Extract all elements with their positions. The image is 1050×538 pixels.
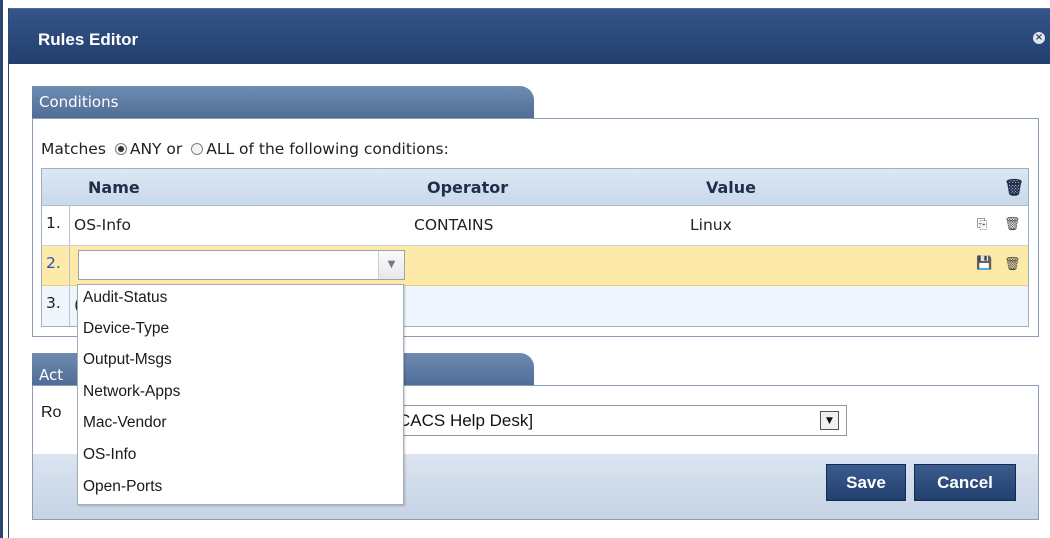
- actions-tab-label: Act: [39, 366, 64, 384]
- row-number: 3.: [43, 286, 70, 326]
- save-button[interactable]: Save: [826, 464, 906, 501]
- dropdown-option[interactable]: Output-Msgs: [83, 351, 172, 369]
- all-radio[interactable]: [191, 143, 204, 155]
- left-frame-edge: [0, 0, 3, 538]
- name-dropdown-list: Audit-Status Device-Type Output-Msgs Net…: [77, 284, 404, 505]
- trash-icon[interactable]: 🗑: [1004, 217, 1021, 232]
- row-number: 1.: [43, 206, 70, 245]
- dropdown-option[interactable]: Mac-Vendor: [83, 414, 167, 432]
- copy-icon[interactable]: ⎘: [977, 217, 987, 232]
- matches-label: Matches: [41, 140, 106, 158]
- name-select[interactable]: ▼: [78, 250, 405, 280]
- any-label: ANY or: [129, 140, 183, 158]
- close-icon[interactable]: ×: [1033, 32, 1045, 44]
- row-name: OS-Info: [74, 216, 131, 234]
- column-header-value: Value: [706, 178, 757, 197]
- table-row-editing[interactable]: 2. ▼ 💾 🗑: [42, 246, 1028, 286]
- dropdown-option[interactable]: Device-Type: [83, 320, 169, 338]
- tab-conditions: Conditions: [32, 86, 534, 118]
- row-operator: CONTAINS: [414, 216, 494, 234]
- column-header-operator: Operator: [427, 178, 509, 197]
- dialog-title: Rules Editor: [38, 30, 139, 49]
- delete-all-trash-icon[interactable]: 🗑: [1004, 178, 1024, 197]
- row-number: 2.: [43, 246, 70, 285]
- cancel-button[interactable]: Cancel: [914, 464, 1016, 501]
- dropdown-option[interactable]: OS-Info: [83, 446, 136, 464]
- chevron-down-icon[interactable]: ▼: [378, 251, 404, 279]
- table-header: Name Operator Value 🗑: [42, 169, 1028, 206]
- floppy-icon[interactable]: 💾: [976, 256, 992, 271]
- column-header-name: Name: [88, 178, 140, 197]
- match-mode-row: Matches ANY or ALL of the following cond…: [41, 140, 449, 158]
- dropdown-option[interactable]: Audit-Status: [83, 289, 167, 307]
- title-bar: Rules Editor ×: [9, 8, 1050, 64]
- conditions-tab-label: Conditions: [39, 93, 119, 111]
- chevron-down-icon[interactable]: ▼: [820, 411, 839, 430]
- dropdown-option[interactable]: Network-Apps: [83, 383, 180, 401]
- table-row[interactable]: 1. OS-Info CONTAINS Linux ⎘ 🗑: [42, 206, 1028, 246]
- any-radio[interactable]: [114, 143, 127, 155]
- role-select-value: CACS Help Desk]: [398, 411, 534, 430]
- all-label: ALL of the following conditions:: [206, 140, 449, 158]
- row-value: Linux: [690, 216, 732, 234]
- trash-icon[interactable]: 🗑: [1004, 257, 1021, 272]
- role-label: Ro: [41, 404, 62, 421]
- dropdown-option[interactable]: Open-Ports: [83, 478, 162, 496]
